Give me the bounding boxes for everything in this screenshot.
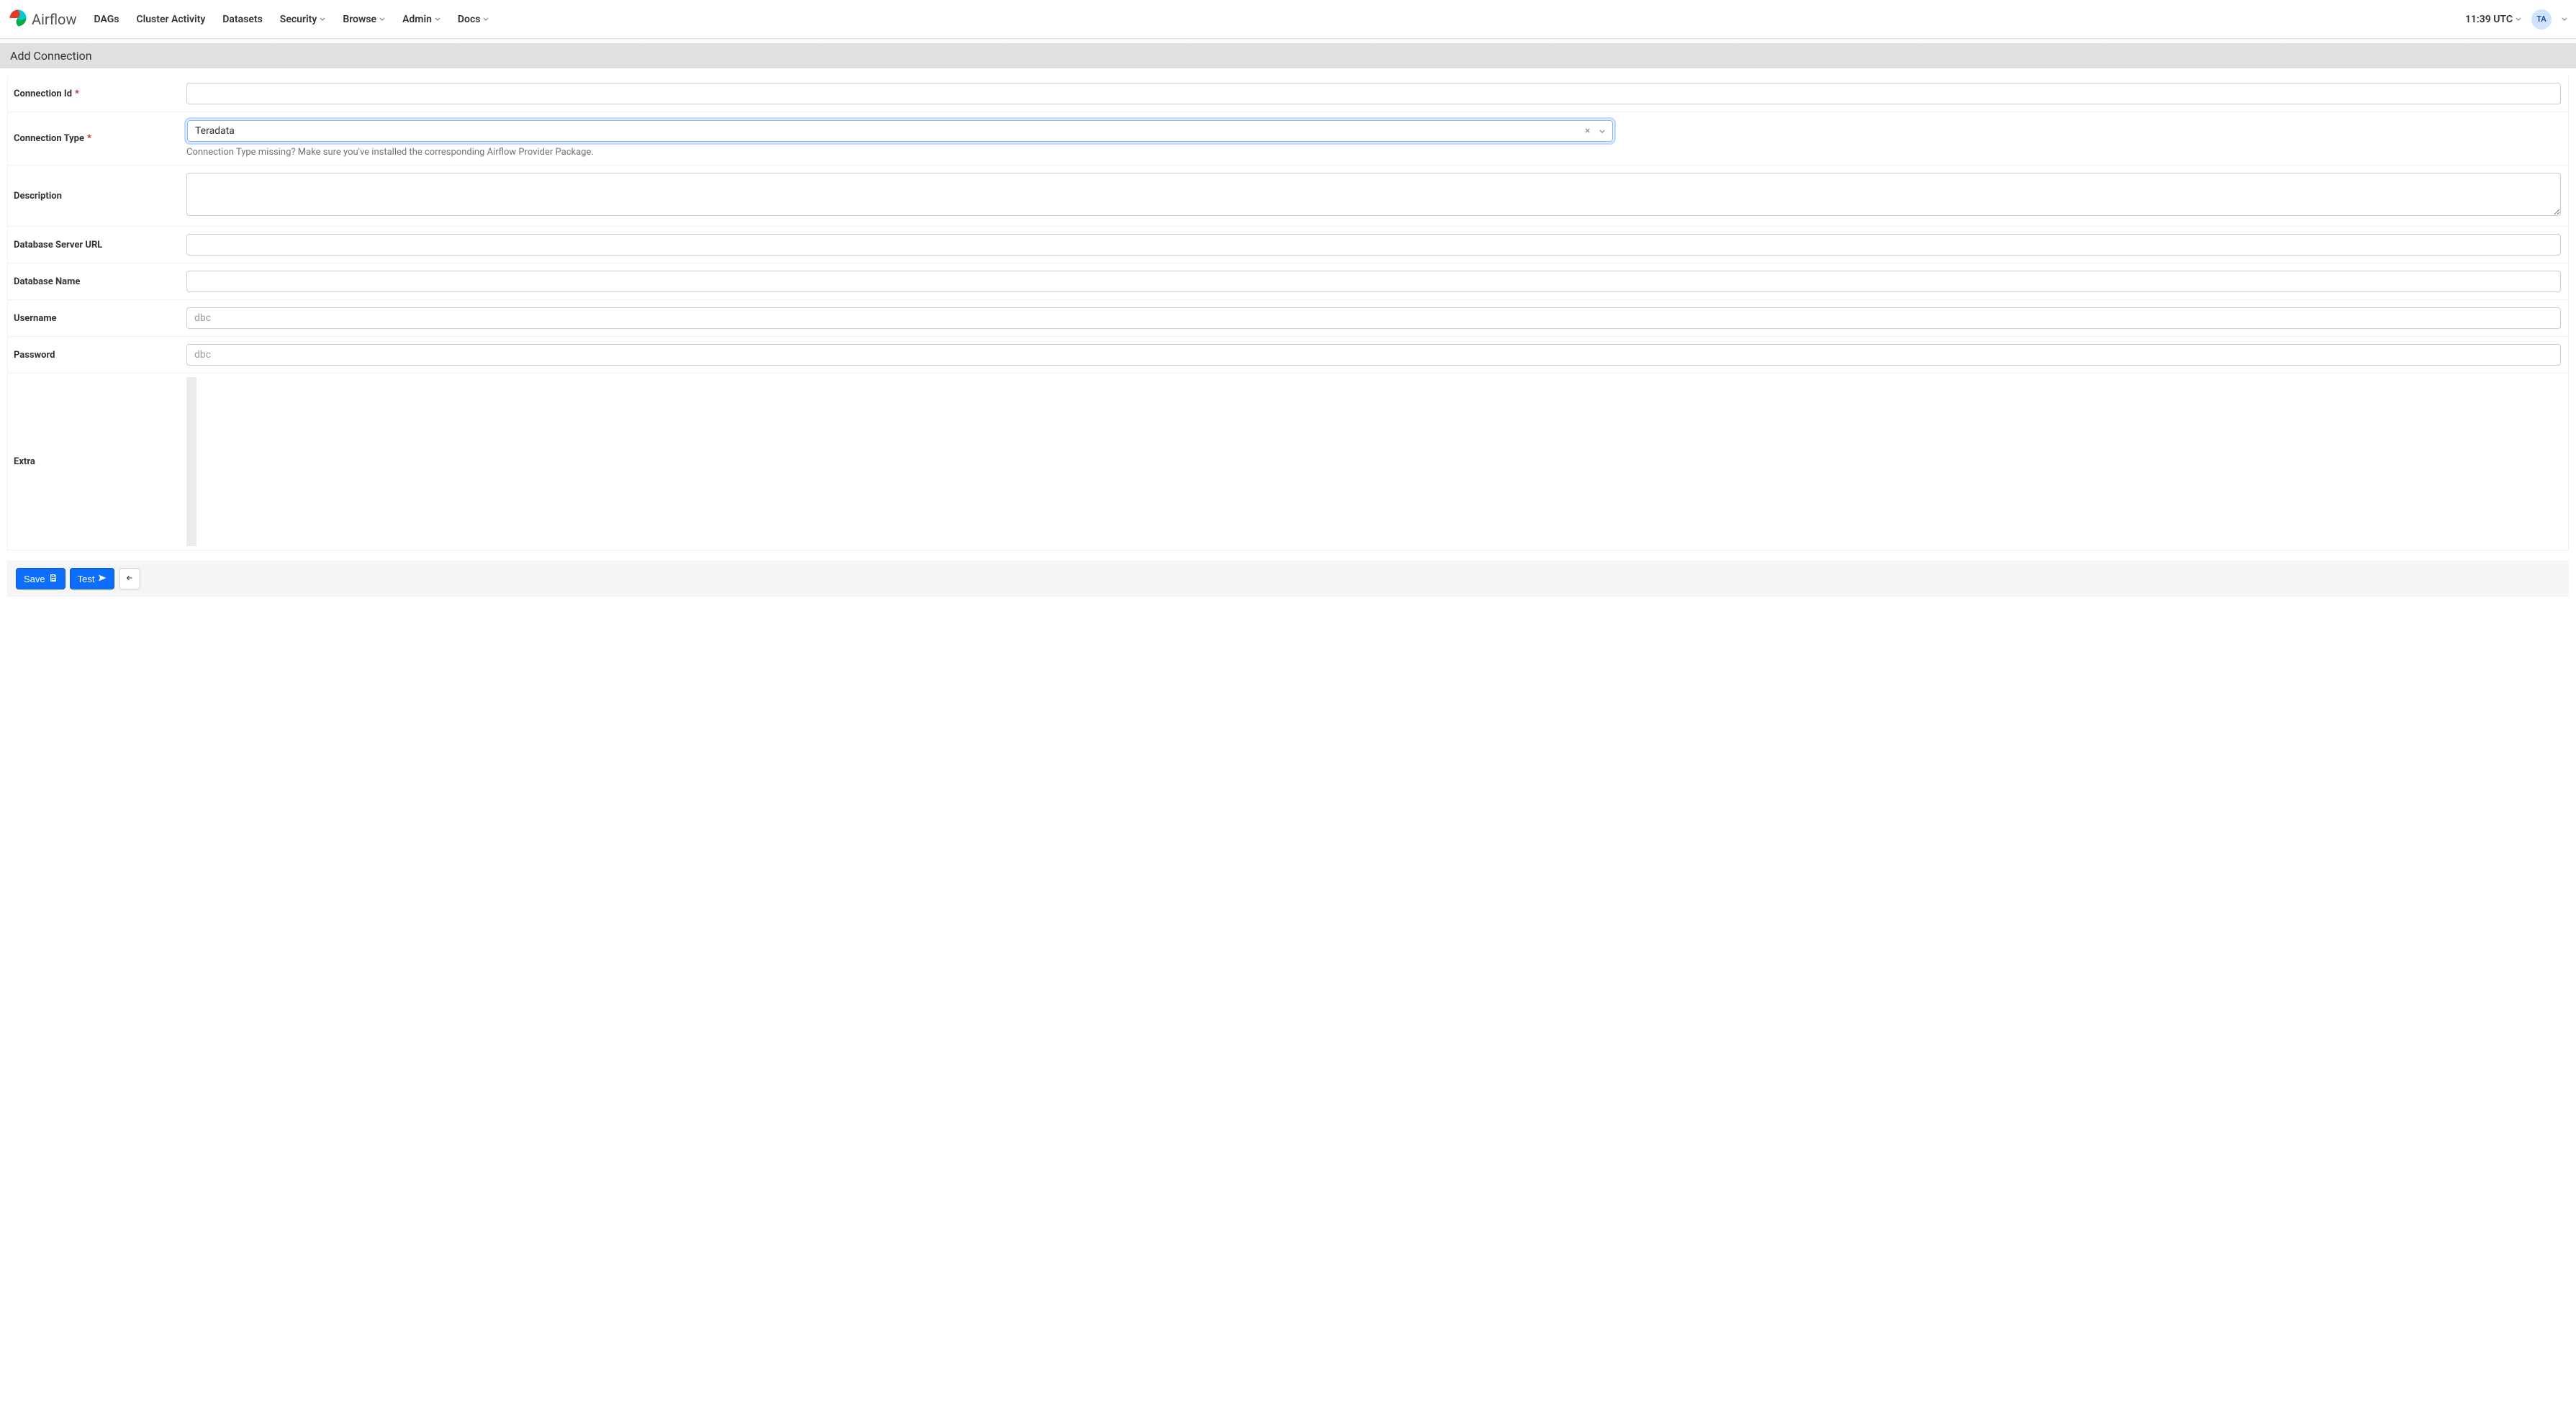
control-server-url <box>186 227 2568 263</box>
extra-editor-gutter <box>186 377 196 546</box>
nav-label: Datasets <box>222 14 263 25</box>
nav-label: Docs <box>458 14 481 25</box>
extra-textarea[interactable] <box>196 377 2561 546</box>
extra-editor <box>186 377 2561 546</box>
control-extra <box>186 374 2568 550</box>
label-text: Password <box>14 350 55 361</box>
row-server-url: Database Server URL <box>8 226 2568 263</box>
chevron-down-icon <box>379 17 385 22</box>
username-input[interactable] <box>186 307 2561 329</box>
form: Connection Id * Connection Type * Terada… <box>0 68 2576 551</box>
test-button-label: Test <box>78 574 95 584</box>
chevron-down-icon <box>2516 17 2521 22</box>
save-button[interactable]: Save <box>16 568 65 589</box>
chevron-down-icon[interactable] <box>2562 17 2567 22</box>
required-mark: * <box>87 133 91 144</box>
nav-label: Cluster Activity <box>136 14 205 25</box>
nav-docs[interactable]: Docs <box>458 14 489 25</box>
label-text: Database Name <box>14 276 80 287</box>
form-inner: Connection Id * Connection Type * Terada… <box>7 76 2569 551</box>
nav-label: Security <box>280 14 317 25</box>
row-connection-type: Connection Type * Teradata × Connection … <box>8 112 2568 165</box>
nav-label: Admin <box>402 14 432 25</box>
chevron-down-icon <box>435 17 440 22</box>
nav-label: DAGs <box>94 14 119 25</box>
row-database-name: Database Name <box>8 263 2568 299</box>
label-database-name: Database Name <box>8 263 186 299</box>
row-extra: Extra <box>8 373 2568 550</box>
label-text: Description <box>14 191 62 202</box>
label-text: Username <box>14 313 57 324</box>
connection-id-input[interactable] <box>186 83 2561 104</box>
nav-items: DAGs Cluster Activity Datasets Security … <box>94 14 489 25</box>
row-connection-id: Connection Id * <box>8 76 2568 112</box>
control-connection-type: Teradata × Connection Type missing? Make… <box>186 112 2568 165</box>
label-server-url: Database Server URL <box>8 227 186 263</box>
description-textarea[interactable] <box>186 173 2561 216</box>
connection-type-select-ring: Teradata × <box>186 119 1614 143</box>
user-avatar[interactable]: TA <box>2531 9 2552 30</box>
row-username: Username <box>8 299 2568 336</box>
required-mark: * <box>75 89 79 99</box>
clock[interactable]: 11:39 UTC <box>2465 14 2521 25</box>
nav-admin[interactable]: Admin <box>402 14 440 25</box>
clear-icon[interactable]: × <box>1582 125 1594 137</box>
database-name-input[interactable] <box>186 271 2561 292</box>
control-connection-id <box>186 76 2568 112</box>
control-description <box>186 166 2568 226</box>
nav-label: Browse <box>343 14 376 25</box>
chevron-down-icon[interactable] <box>1596 130 1608 133</box>
save-button-label: Save <box>24 574 45 584</box>
select-value: Teradata <box>195 125 1582 137</box>
label-text: Connection Type <box>14 133 84 144</box>
arrow-left-icon <box>125 574 134 584</box>
label-extra: Extra <box>8 374 186 550</box>
nav-browse[interactable]: Browse <box>343 14 385 25</box>
connection-type-help: Connection Type missing? Make sure you'v… <box>186 147 2561 158</box>
page-title-bar: Add Connection <box>0 43 2576 68</box>
connection-type-select[interactable]: Teradata × <box>187 120 1613 142</box>
chevron-down-icon <box>483 17 489 22</box>
brand-name: Airflow <box>32 11 76 28</box>
label-username: Username <box>8 300 186 336</box>
control-database-name <box>186 263 2568 299</box>
footer-actions: Save Test <box>7 561 2569 597</box>
label-password: Password <box>8 337 186 373</box>
label-text: Connection Id <box>14 89 72 99</box>
control-password <box>186 337 2568 373</box>
airflow-logo-icon <box>9 9 27 30</box>
label-description: Description <box>8 166 186 226</box>
label-text: Extra <box>14 456 35 467</box>
clock-label: 11:39 UTC <box>2465 14 2513 25</box>
page-title: Add Connection <box>10 49 92 63</box>
label-text: Database Server URL <box>14 240 102 250</box>
label-connection-type: Connection Type * <box>8 112 186 165</box>
row-password: Password <box>8 336 2568 373</box>
nav-right: 11:39 UTC TA <box>2465 9 2567 30</box>
server-url-input[interactable] <box>186 234 2561 256</box>
chevron-down-icon <box>320 17 325 22</box>
label-connection-id: Connection Id * <box>8 76 186 112</box>
password-input[interactable] <box>186 344 2561 366</box>
test-button[interactable]: Test <box>70 568 115 589</box>
avatar-initials: TA <box>2536 14 2546 24</box>
save-icon <box>49 574 58 584</box>
nav-security[interactable]: Security <box>280 14 326 25</box>
paper-plane-icon <box>98 574 107 584</box>
back-button[interactable] <box>119 568 140 589</box>
nav-datasets[interactable]: Datasets <box>222 14 263 25</box>
nav-dags[interactable]: DAGs <box>94 14 119 25</box>
top-navbar: Airflow DAGs Cluster Activity Datasets S… <box>0 0 2576 39</box>
nav-cluster-activity[interactable]: Cluster Activity <box>136 14 205 25</box>
control-username <box>186 300 2568 336</box>
brand[interactable]: Airflow <box>9 9 76 30</box>
row-description: Description <box>8 165 2568 226</box>
